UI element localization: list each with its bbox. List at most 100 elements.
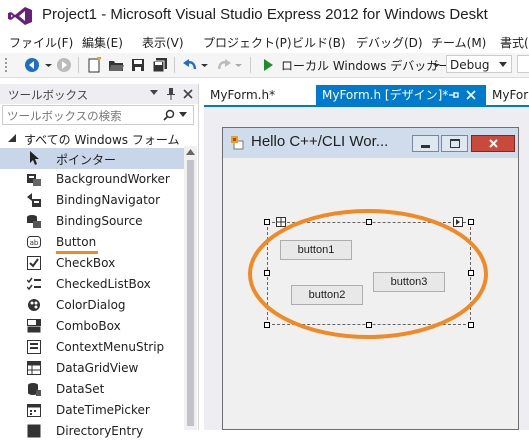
toolbox-search-box[interactable]: ツールボックスの検索: [2, 105, 194, 125]
minimize-icon: [421, 145, 430, 148]
datetimepicker-icon: [27, 404, 41, 417]
tab-myform[interactable]: MyForm: [486, 85, 529, 105]
toolbox-item-contextmenustrip[interactable]: ContextMenuStrip: [0, 337, 184, 358]
pointer-icon: [30, 151, 39, 165]
close-button[interactable]: [471, 135, 515, 152]
maximize-button[interactable]: [441, 135, 468, 152]
undo-icon[interactable]: [182, 57, 198, 73]
form-app-icon: [231, 136, 244, 150]
menu-bar: ファイル(F) 編集(E) 表示(V) プロジェクト(P) ビルド(B) デバッ…: [0, 31, 529, 53]
toolbox-item-bindingnavigator[interactable]: BindingNavigator: [0, 190, 184, 211]
dropdown-arrow-icon[interactable]: [234, 57, 243, 73]
navigate-forward-icon[interactable]: [56, 57, 72, 73]
toolbox-item-label: CheckBox: [56, 256, 116, 270]
dropdown-arrow-icon[interactable]: [200, 57, 209, 73]
toolbox-item-datagridview[interactable]: DataGridView: [0, 358, 184, 379]
close-icon[interactable]: [466, 90, 476, 100]
toolbox-item-button[interactable]: ab Button: [0, 232, 184, 254]
toolbox-item-label: ContextMenuStrip: [56, 340, 165, 354]
menu-view[interactable]: 表示(V): [142, 34, 184, 51]
resize-handle[interactable]: [264, 270, 270, 276]
toolbox-item-bindingsource[interactable]: BindingSource: [0, 211, 184, 232]
toolbox-category-header[interactable]: すべての Windows フォーム: [0, 129, 184, 150]
platform-select[interactable]: [517, 55, 529, 73]
menu-build[interactable]: ビルド(B): [292, 34, 346, 51]
toolbar-separator: [78, 57, 79, 73]
run-target-label[interactable]: ローカル Windows デバッガー: [281, 57, 450, 74]
save-icon[interactable]: [130, 57, 146, 73]
toolbox-item-checkedlistbox[interactable]: CheckedListBox: [0, 274, 184, 295]
toolbox-item-label: DirectoryEntry: [56, 424, 144, 438]
combobox-icon: [27, 319, 41, 333]
solution-configuration-select[interactable]: Debug: [446, 55, 512, 73]
toolbox-item-label: DataGridView: [56, 361, 139, 375]
resize-handle[interactable]: [366, 219, 372, 225]
toolbox-item-dataset[interactable]: DataSet: [0, 379, 184, 400]
form-button3[interactable]: button3: [373, 272, 445, 292]
checkbox-icon: [27, 256, 41, 270]
dataset-icon: [28, 383, 41, 396]
dropdown-arrow-icon[interactable]: [432, 57, 441, 73]
resize-handle[interactable]: [468, 322, 474, 328]
form-title-bar[interactable]: Hello C++/CLI Wor...: [223, 128, 518, 158]
pin-icon[interactable]: [166, 88, 176, 100]
toolbox-item-pointer[interactable]: ポインター: [0, 148, 184, 169]
menu-debug[interactable]: デバッグ(D): [356, 34, 423, 51]
form-designer-surface[interactable]: Hello C++/CLI Wor... button1 button2 but…: [204, 107, 529, 430]
navigate-back-icon[interactable]: [24, 57, 40, 73]
save-all-icon[interactable]: [152, 57, 168, 73]
standard-toolbar: ローカル Windows デバッガー Debug: [0, 53, 529, 78]
resize-handle[interactable]: [468, 270, 474, 276]
resize-handle[interactable]: [366, 322, 372, 328]
form-button1[interactable]: button1: [280, 240, 352, 260]
button-icon: ab: [27, 236, 41, 248]
pin-icon[interactable]: [449, 90, 459, 100]
scrollbar-thumb[interactable]: [187, 160, 194, 426]
designed-form[interactable]: Hello C++/CLI Wor... button1 button2 but…: [222, 127, 519, 430]
tab-myform-h[interactable]: MyForm.h*: [204, 85, 316, 105]
svg-text:ab: ab: [30, 239, 39, 247]
search-icon[interactable]: [163, 109, 175, 121]
collapse-arrow-icon[interactable]: [8, 134, 16, 142]
redo-icon[interactable]: [216, 57, 232, 73]
toolbar-grip-icon: [5, 58, 7, 72]
form-title: Hello C++/CLI Wor...: [251, 133, 389, 150]
resize-handle[interactable]: [264, 219, 270, 225]
contextmenustrip-icon: [27, 340, 41, 354]
backgroundworker-icon: [27, 174, 41, 186]
close-icon: [489, 139, 498, 148]
solution-configuration-value: Debug: [450, 58, 490, 72]
menu-project[interactable]: プロジェクト(P): [203, 34, 292, 51]
toolbox-item-label: Button: [56, 235, 97, 249]
menu-format[interactable]: 書式(: [500, 34, 529, 51]
form-button2[interactable]: button2: [291, 285, 363, 305]
checkedlistbox-icon: [27, 277, 41, 291]
open-file-icon[interactable]: [108, 57, 124, 73]
dropdown-arrow-icon[interactable]: [44, 57, 53, 73]
maximize-icon: [450, 139, 460, 148]
menu-team[interactable]: チーム(M): [431, 34, 486, 51]
new-project-icon[interactable]: [86, 57, 102, 73]
window-title: Project1 - Microsoft Visual Studio Expre…: [42, 6, 488, 23]
toolbox-scrollbar[interactable]: [184, 146, 197, 430]
menu-edit[interactable]: 編集(E): [82, 34, 123, 51]
chevron-down-icon[interactable]: [179, 112, 187, 118]
scroll-up-arrow-icon[interactable]: [186, 149, 195, 155]
toolbox-item-colordialog[interactable]: ColorDialog: [0, 295, 184, 316]
toolbox-item-checkbox[interactable]: CheckBox: [0, 253, 184, 274]
menu-file[interactable]: ファイル(F): [9, 34, 73, 51]
move-glyph-icon[interactable]: [276, 217, 286, 227]
toolbox-search-input[interactable]: ツールボックスの検索: [7, 108, 122, 124]
resize-handle[interactable]: [264, 322, 270, 328]
toolbox-item-directoryentry[interactable]: DirectoryEntry: [0, 421, 184, 442]
tab-myform-design[interactable]: MyForm.h [デザイン]*: [316, 85, 486, 105]
close-icon[interactable]: [183, 89, 193, 99]
toolbox-item-combobox[interactable]: ComboBox: [0, 316, 184, 337]
minimize-button[interactable]: [412, 135, 439, 152]
smart-tag-icon[interactable]: [453, 217, 463, 227]
toolbox-item-datetimepicker[interactable]: DateTimePicker: [0, 400, 184, 421]
start-debugging-icon[interactable]: [262, 57, 274, 73]
toolbox-item-backgroundworker[interactable]: BackgroundWorker: [0, 169, 184, 190]
chevron-down-icon[interactable]: [150, 90, 158, 96]
resize-handle[interactable]: [468, 219, 474, 225]
